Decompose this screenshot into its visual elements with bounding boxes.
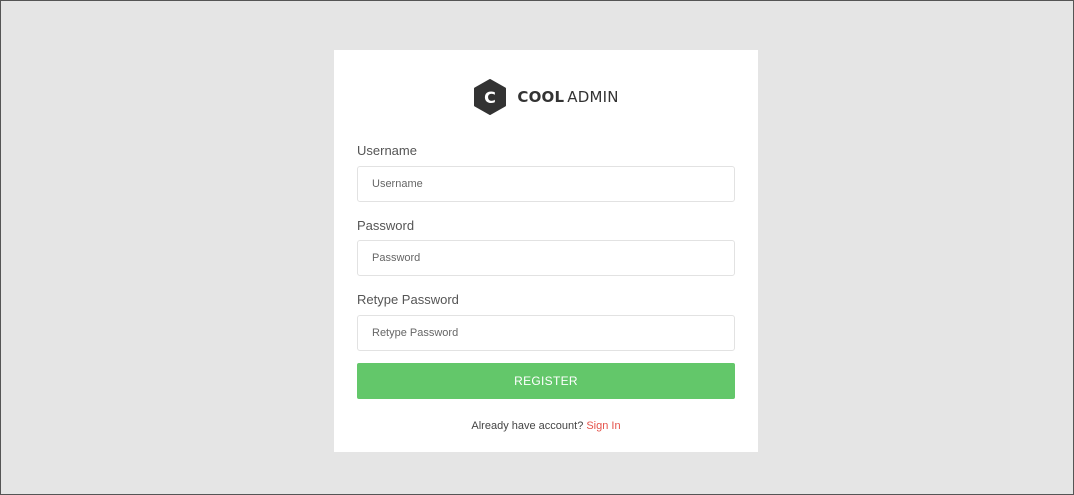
page-background: C COOLADMIN Username Password Retype Pas… <box>0 0 1074 495</box>
brand-name: COOL ADMIN <box>517 79 618 115</box>
password-input[interactable] <box>357 240 735 276</box>
password-label: Password <box>357 218 415 233</box>
signin-prompt-text: Already have account? <box>471 420 584 432</box>
register-button[interactable]: REGISTER <box>357 363 735 399</box>
retype-password-label: Retype Password <box>357 292 459 307</box>
brand-logo[interactable]: C COOL ADMIN <box>334 79 758 115</box>
brand-name-bold: COOL <box>517 88 565 106</box>
register-card: C COOLADMIN Username Password Retype Pas… <box>334 50 758 452</box>
username-label: Username <box>357 143 417 158</box>
signin-prompt-row: Already have account? Sign In <box>334 420 758 432</box>
retype-password-input[interactable] <box>357 315 735 351</box>
hexagon-logo-icon: C <box>474 79 507 115</box>
brand-name-light: ADMIN <box>567 88 619 106</box>
sign-in-link[interactable]: Sign In <box>586 420 620 432</box>
logo-letter: C <box>484 88 496 107</box>
username-input[interactable] <box>357 166 735 202</box>
